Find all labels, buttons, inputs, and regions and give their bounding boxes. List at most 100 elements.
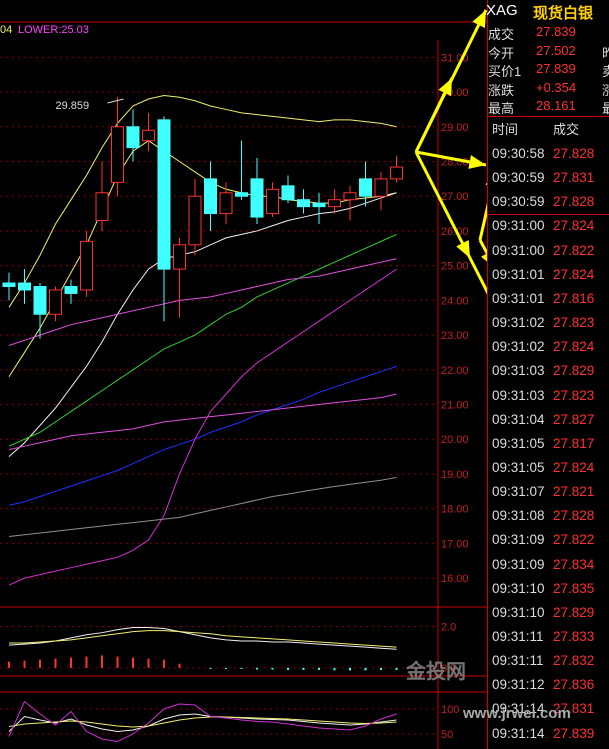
quote-value: 27.839: [536, 61, 576, 76]
quote-label: 今开: [488, 45, 515, 61]
tick-price: 27.823: [553, 315, 595, 331]
tick-time: 09:31:05: [492, 435, 545, 451]
price-chart[interactable]: 31.0030.0029.0028.0027.0026.0025.0024.00…: [0, 0, 487, 749]
y-tick-label: 23.00: [441, 330, 469, 342]
quote-row: 今开 27.502 昨: [488, 43, 609, 61]
candle-body: [111, 126, 124, 183]
y-tick-label: 17.00: [441, 538, 469, 550]
macd-dif-line: [8, 627, 397, 650]
tick-row[interactable]: 09:31:01 27.824: [488, 264, 609, 288]
candlesticks: [2, 96, 403, 339]
tick-row[interactable]: 09:31:03 27.823: [488, 385, 609, 409]
candle-body: [204, 178, 217, 215]
candle-body: [95, 192, 109, 222]
tick-row[interactable]: 09:31:02 27.823: [488, 312, 609, 336]
y-tick-label: 18.00: [441, 504, 469, 516]
ma-line: [8, 233, 397, 447]
arrow-shaft: [468, 257, 487, 295]
tick-time: 09:31:10: [492, 580, 545, 596]
tick-row[interactable]: 09:31:09 27.822: [488, 529, 609, 553]
tick-price: 27.827: [553, 411, 595, 427]
quote-right-label: 昨: [602, 45, 609, 61]
price-grid: [0, 56, 438, 579]
tick-price: 27.836: [553, 677, 595, 693]
quote-panel: XAG 现货白银 成交 27.839 今开 27.502 昨买价1 27.839 卖涨跌 +0…: [486, 0, 609, 749]
high-label: 29.859: [56, 100, 90, 112]
tick-time: 09:31:02: [492, 315, 545, 331]
tick-row[interactable]: 09:31:01 27.816: [488, 288, 609, 312]
tick-price: 27.828: [553, 508, 595, 524]
header-price: 成交: [553, 122, 580, 137]
tick-row[interactable]: 09:31:11 27.833: [488, 626, 609, 650]
tick-row[interactable]: 09:31:00 27.824: [488, 215, 609, 239]
tick-row[interactable]: 09:31:12 27.836: [488, 674, 609, 698]
tick-table-header: 时间 成交: [488, 118, 609, 138]
tick-row[interactable]: 09:30:58 27.828: [488, 143, 609, 167]
tick-row[interactable]: 09:30:59 27.828: [488, 191, 609, 215]
tick-price: 27.824: [553, 266, 595, 282]
tick-price: 27.833: [553, 629, 595, 644]
tick-row[interactable]: 09:31:14 27.839: [488, 723, 609, 747]
candle-body: [312, 202, 326, 208]
tick-time: 09:31:08: [492, 508, 545, 524]
tick-price: 27.822: [553, 532, 595, 548]
kdj-tick-label: 100: [441, 704, 459, 716]
tick-time: 09:30:58: [492, 146, 545, 161]
tick-row[interactable]: 09:31:10 27.829: [488, 602, 609, 626]
tick-row[interactable]: 09:31:05 27.824: [488, 457, 609, 481]
moving-averages: [8, 95, 397, 586]
quote-value: 28.161: [536, 98, 576, 113]
tick-row[interactable]: 09:31:04 27.827: [488, 409, 609, 433]
candle-body: [2, 282, 16, 287]
y-tick-label: 21.00: [441, 400, 469, 412]
candle-body: [281, 185, 295, 201]
chart-annotations: 29.859: [56, 98, 124, 112]
tick-time: 09:31:01: [492, 290, 545, 306]
quote-right-label: 最: [602, 101, 609, 116]
tick-row[interactable]: 09:31:10 27.835: [488, 578, 609, 602]
tick-row[interactable]: 09:31:07 27.821: [488, 481, 609, 505]
tick-time: 09:31:02: [492, 339, 545, 355]
tick-time: 09:31:10: [492, 604, 545, 620]
tick-row[interactable]: 09:31:05 27.817: [488, 433, 609, 457]
y-tick-label: 19.00: [441, 469, 469, 481]
lower-label: LOWER:25.03: [18, 24, 89, 36]
tick-row[interactable]: 09:31:11 27.832: [488, 650, 609, 674]
candle-body: [343, 192, 357, 201]
candle-body: [49, 289, 62, 315]
candle-body: [297, 199, 310, 208]
macd-panel: 2.00.0: [0, 621, 456, 675]
tick-row[interactable]: 09:31:02 27.824: [488, 336, 609, 360]
quote-value: 27.839: [536, 24, 576, 39]
tick-row[interactable]: 09:31:03 27.829: [488, 360, 609, 384]
candle-body: [64, 285, 78, 294]
y-tick-label: 24.00: [441, 295, 469, 307]
kdj-panel: 100 50: [0, 700, 459, 743]
quote-row: 最高 28.161 最: [488, 98, 609, 116]
candle-body: [250, 178, 264, 218]
tick-price: 27.832: [553, 653, 595, 669]
candle-body: [18, 282, 31, 291]
tick-time: 09:31:09: [492, 556, 545, 572]
tick-price: 27.835: [553, 580, 595, 596]
price-axis: 31.0030.0029.0028.0027.0026.0025.0024.00…: [441, 52, 469, 585]
kdj-d-line: [8, 716, 397, 728]
y-tick-label: 25.00: [441, 261, 469, 273]
y-tick-label: 29.00: [441, 122, 469, 134]
ma-line: [8, 365, 397, 506]
annotation-leader: [107, 98, 124, 104]
header-time: 时间: [492, 122, 519, 137]
tick-row[interactable]: 09:31:08 27.828: [488, 505, 609, 529]
y-tick-label: 22.00: [441, 365, 469, 377]
quote-label: 成交: [488, 27, 515, 42]
tick-row[interactable]: 09:31:00 27.822: [488, 240, 609, 264]
quote-row: 买价1 27.839 卖: [488, 61, 609, 79]
candle-body: [374, 178, 388, 197]
tick-time: 09:31:09: [492, 532, 545, 548]
candle-body: [390, 166, 403, 180]
tick-time: 09:30:59: [492, 170, 545, 186]
tick-row[interactable]: 09:31:09 27.834: [488, 554, 609, 578]
tick-row[interactable]: 09:30:59 27.831: [488, 167, 609, 191]
y-tick-label: 27.00: [441, 191, 469, 203]
ma-line: [8, 258, 397, 346]
